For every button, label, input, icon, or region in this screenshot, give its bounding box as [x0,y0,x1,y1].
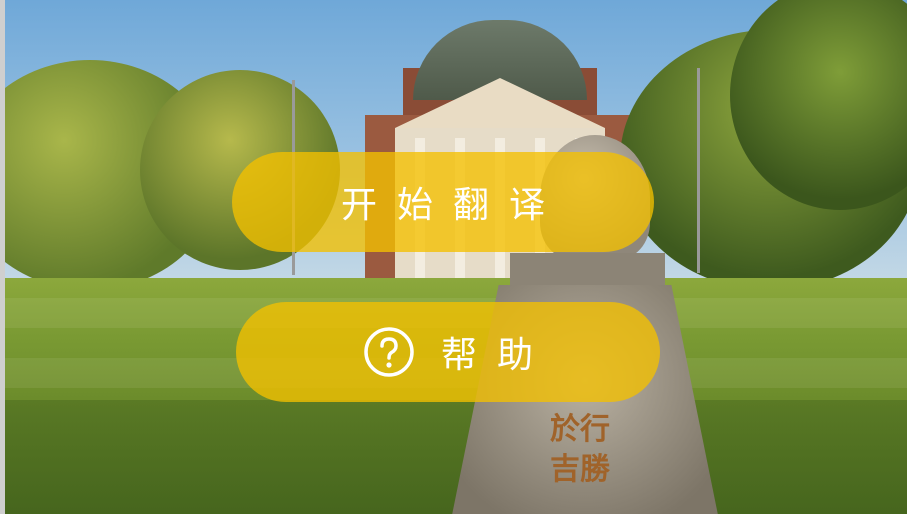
question-circle-icon [364,327,414,377]
stone-inscription-line-2: 吉勝 [550,452,610,487]
background-photo: 於行 吉勝 [0,0,907,514]
stone-inscription-line-1: 於行 [550,412,610,447]
start-translate-button[interactable]: 开始翻译 [232,152,654,252]
help-button[interactable]: 帮助 [236,302,660,402]
start-translate-label: 开始翻译 [340,185,565,226]
help-label: 帮助 [440,335,553,376]
